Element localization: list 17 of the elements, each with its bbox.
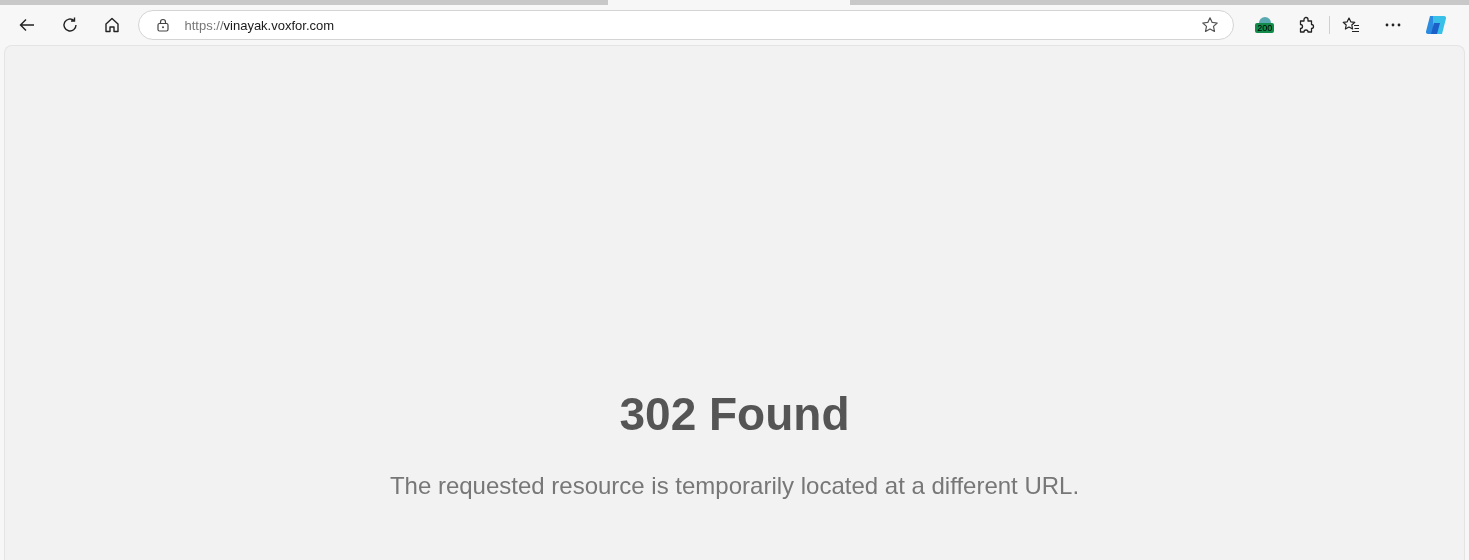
more-icon [1385, 23, 1402, 27]
address-field[interactable]: https://vinayak.voxfor.com [137, 10, 1234, 40]
home-icon [103, 16, 122, 34]
favorite-star-icon[interactable] [1200, 16, 1219, 34]
extension-button[interactable]: 200 [1247, 9, 1282, 41]
url-scheme: https:// [184, 17, 224, 33]
lock-icon [156, 18, 169, 32]
dome-icon [1257, 15, 1272, 23]
puzzle-piece-icon [1298, 16, 1317, 34]
page-message: The requested resource is temporarily located at a different URL. [389, 472, 1080, 500]
page-heading: 302 Found [619, 387, 850, 442]
back-arrow-icon [18, 16, 37, 34]
refresh-icon [60, 16, 79, 34]
url-host: vinayak.voxfor.com [223, 17, 335, 33]
copilot-logo [1423, 13, 1448, 37]
star-list-icon [1341, 16, 1360, 34]
status-badge: 200 [1255, 23, 1275, 33]
